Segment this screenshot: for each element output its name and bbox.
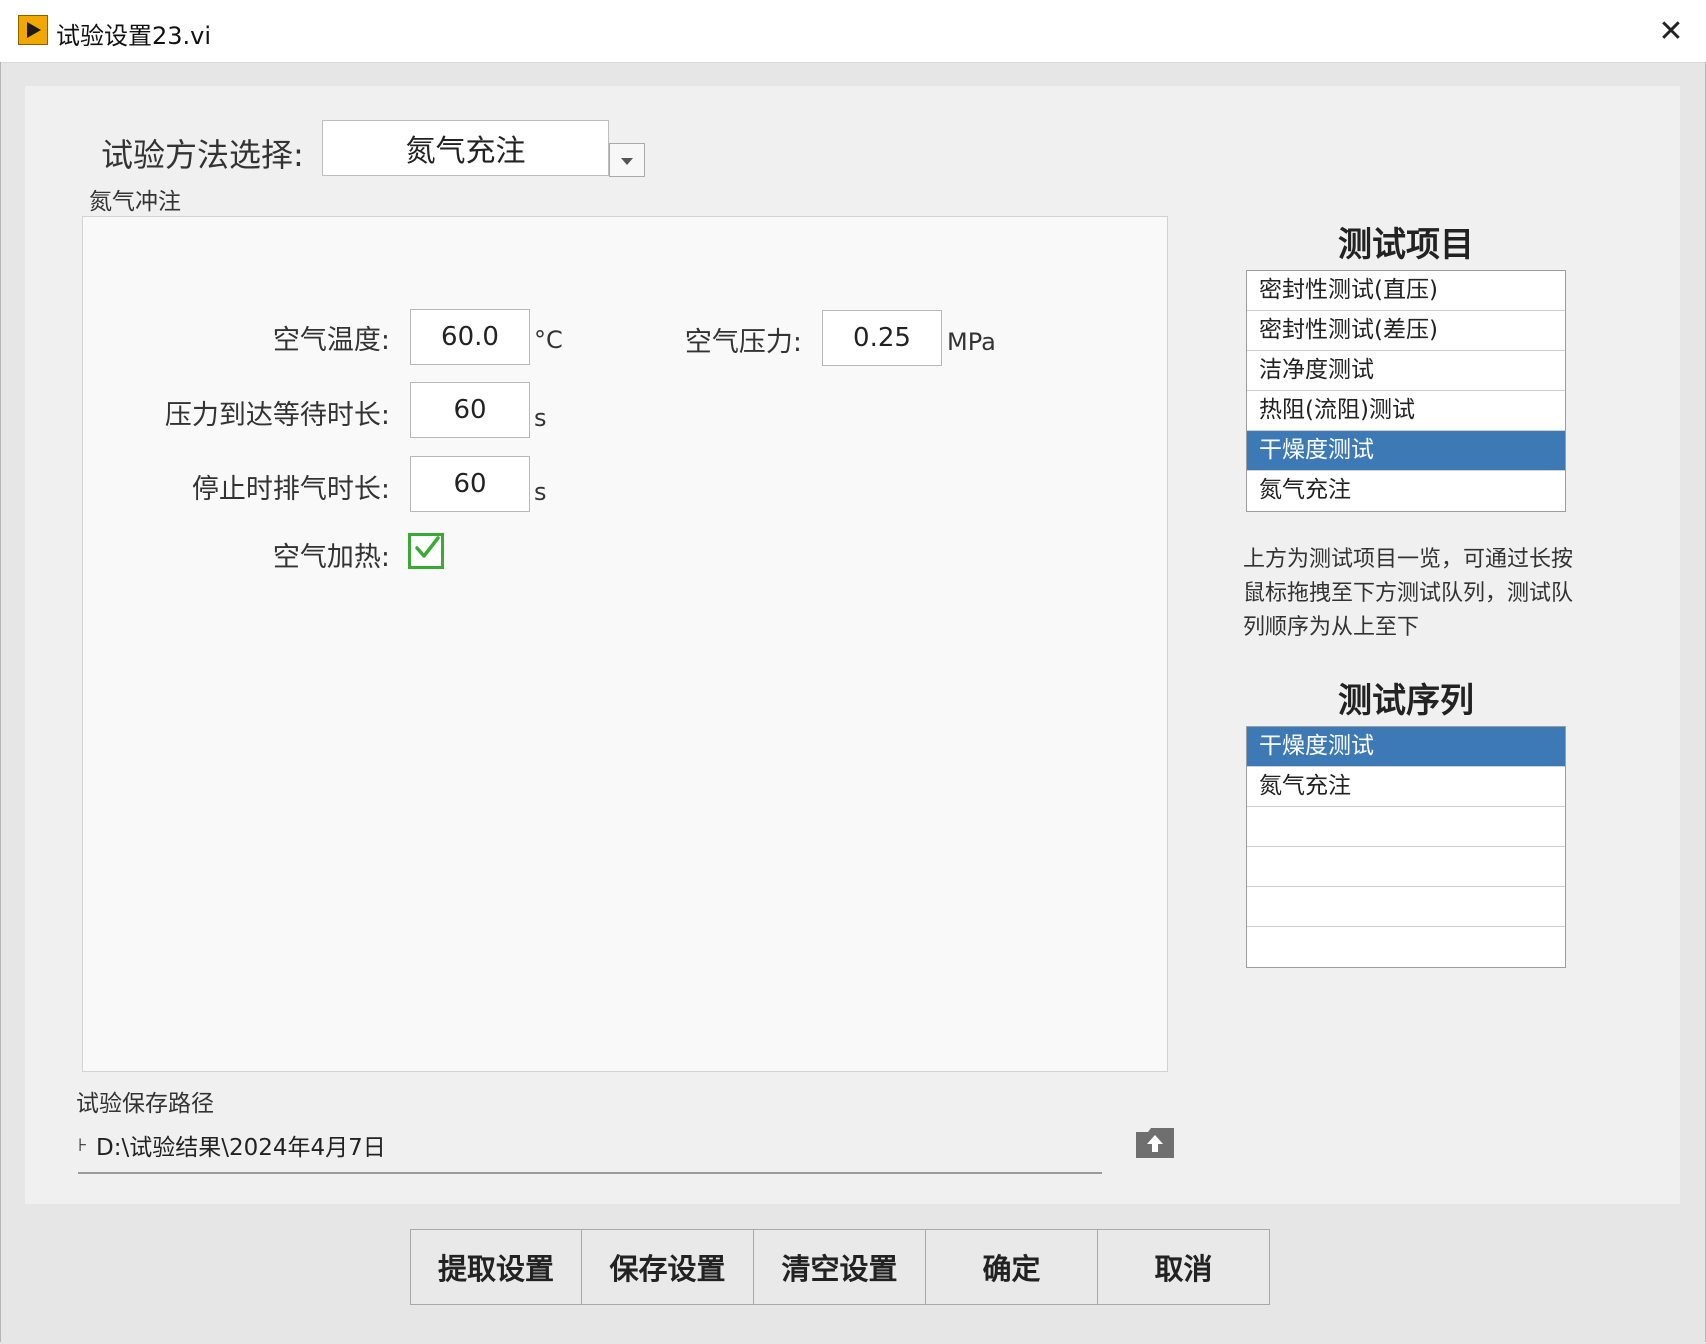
air-heating-checkbox[interactable] [408, 533, 444, 569]
test-items-list[interactable]: 密封性测试(直压) 密封性测试(差压) 洁净度测试 热阻(流阻)测试 干燥度测试… [1246, 270, 1566, 512]
list-item-selected[interactable]: 干燥度测试 [1247, 727, 1565, 767]
air-temp-label: 空气温度: [272, 325, 390, 356]
save-path-input[interactable]: D:\试验结果\2024年4月7日 [96, 1128, 386, 1162]
list-item[interactable]: 氮气充注 [1247, 767, 1565, 807]
air-pressure-label: 空气压力: [684, 327, 802, 358]
test-items-title: 测试项目 [1338, 225, 1474, 265]
list-item[interactable]: 密封性测试(差压) [1247, 311, 1565, 351]
cancel-button[interactable]: 取消 [1098, 1229, 1270, 1305]
list-item[interactable]: 热阻(流阻)测试 [1247, 391, 1565, 431]
method-select[interactable]: 氮气充注 [322, 120, 609, 176]
air-pressure-input[interactable]: 0.25 [822, 310, 942, 366]
pressure-wait-label: 压力到达等待时长: [164, 400, 390, 431]
list-item[interactable]: 密封性测试(直压) [1247, 271, 1565, 311]
clear-settings-button[interactable]: 清空设置 [754, 1229, 926, 1305]
air-temp-unit: °C [534, 326, 563, 354]
pressure-wait-unit: s [534, 404, 547, 432]
button-bar: 提取设置 保存设置 清空设置 确定 取消 [410, 1229, 1270, 1305]
air-temp-input[interactable]: 60.0 [410, 309, 530, 365]
list-item[interactable] [1247, 807, 1565, 847]
folder-shape [1136, 1128, 1174, 1158]
labview-app-icon [18, 15, 48, 45]
extract-settings-button[interactable]: 提取设置 [410, 1229, 582, 1305]
path-underline [78, 1172, 1102, 1174]
stop-exhaust-input[interactable]: 60 [410, 456, 530, 512]
settings-group-box [82, 216, 1168, 1072]
list-item[interactable]: 洁净度测试 [1247, 351, 1565, 391]
list-item-selected[interactable]: 干燥度测试 [1247, 431, 1565, 471]
ok-button[interactable]: 确定 [926, 1229, 1098, 1305]
help-text: 上方为测试项目一览，可通过长按鼠标拖拽至下方测试队列，测试队列顺序为从上至下 [1243, 547, 1574, 640]
path-symbol-icon: ⊦ [78, 1135, 88, 1156]
test-sequence-list[interactable]: 干燥度测试 氮气充注 [1246, 726, 1566, 968]
list-item[interactable] [1247, 847, 1565, 887]
folder-upload-icon[interactable] [1134, 1126, 1176, 1160]
air-heating-label: 空气加热: [272, 542, 390, 573]
chevron-down-icon[interactable] [609, 143, 645, 177]
checkmark-icon [415, 536, 440, 558]
stop-exhaust-unit: s [534, 478, 547, 506]
air-pressure-unit: MPa [947, 328, 996, 356]
pressure-wait-input[interactable]: 60 [410, 382, 530, 438]
close-button[interactable]: ✕ [1636, 0, 1706, 62]
list-item[interactable] [1247, 887, 1565, 927]
group-label: 氮气冲注 [89, 189, 181, 215]
save-path-label: 试验保存路径 [76, 1091, 214, 1117]
title-bar: 试验设置23.vi ✕ [0, 0, 1706, 63]
list-item[interactable]: 氮气充注 [1247, 471, 1565, 511]
list-item[interactable] [1247, 927, 1565, 967]
window-title: 试验设置23.vi [56, 22, 212, 50]
save-settings-button[interactable]: 保存设置 [582, 1229, 754, 1305]
method-label: 试验方法选择: [101, 136, 304, 174]
stop-exhaust-label: 停止时排气时长: [191, 474, 390, 505]
test-sequence-title: 测试序列 [1338, 681, 1474, 721]
